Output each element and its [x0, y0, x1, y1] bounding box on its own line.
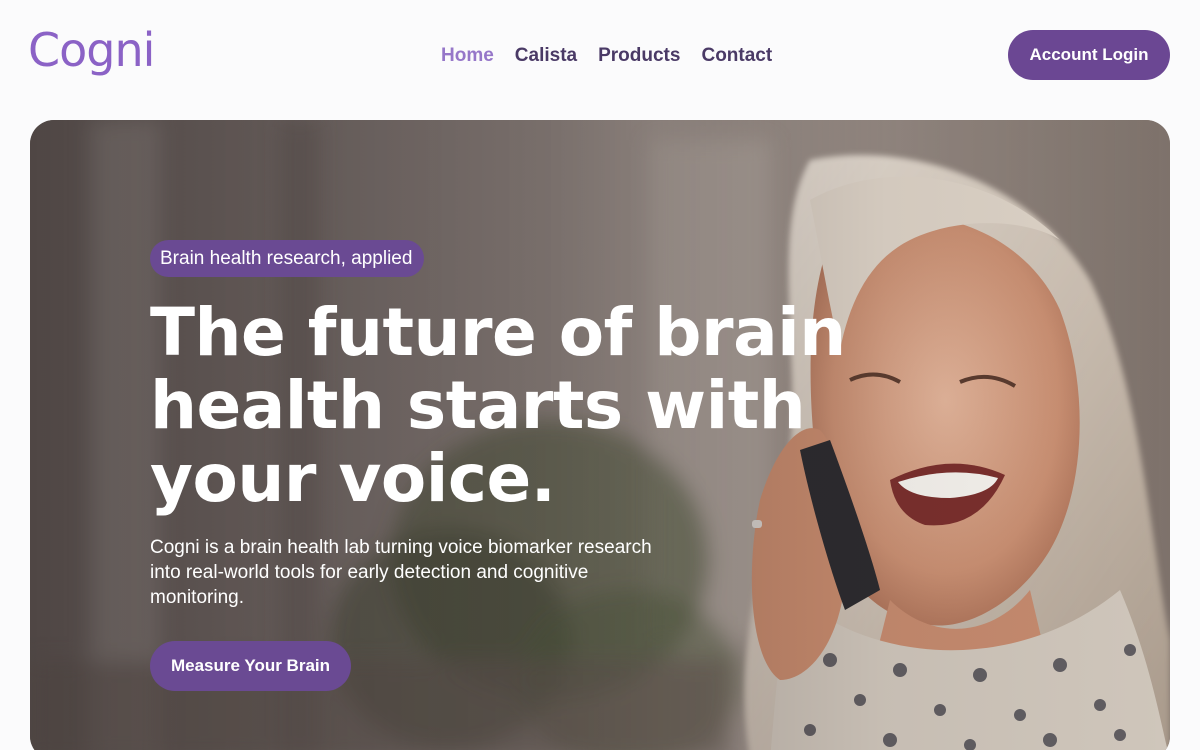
hero-headline: The future of brain health starts with y… — [150, 294, 846, 517]
account-login-button[interactable]: Account Login — [1008, 30, 1170, 80]
nav-item-home[interactable]: Home — [441, 44, 494, 68]
measure-your-brain-button[interactable]: Measure Your Brain — [150, 641, 351, 691]
nav-item-calista[interactable]: Calista — [515, 44, 577, 68]
nav-item-products[interactable]: Products — [598, 44, 680, 68]
hero-subtext: Cogni is a brain health lab turning voic… — [150, 537, 652, 608]
main-nav: Home Calista Products Contact — [441, 44, 772, 68]
cogni-logo[interactable]: Cogni — [28, 22, 155, 78]
nav-item-contact[interactable]: Contact — [701, 44, 772, 68]
hero-section: Brain health research, applied The futur… — [30, 120, 1170, 750]
site-header: Cogni Home Calista Products Contact Acco… — [0, 0, 1200, 110]
hero-badge: Brain health research, applied — [150, 240, 425, 277]
